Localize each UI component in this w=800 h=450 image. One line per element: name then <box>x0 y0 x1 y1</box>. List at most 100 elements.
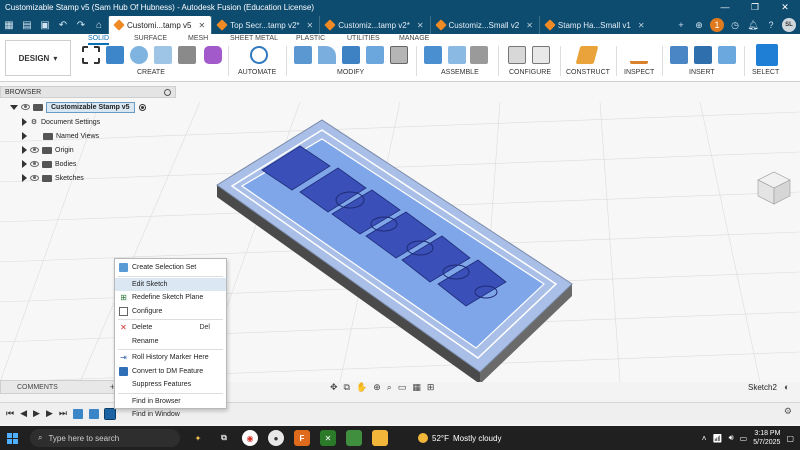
step-back-icon[interactable]: ◀ <box>20 408 27 419</box>
play-icon[interactable]: ▶ <box>33 408 40 419</box>
menu-item-configure[interactable]: Configure <box>115 305 226 319</box>
tab-plastic[interactable]: PLASTIC <box>296 35 325 42</box>
clock-icon[interactable]: ◷ <box>728 18 742 32</box>
help-icon[interactable]: ? <box>764 18 778 32</box>
user-avatar[interactable]: SL <box>782 18 796 32</box>
fusion-app-icon[interactable]: F <box>294 430 310 446</box>
menu-item-delete[interactable]: ✕ Delete Del <box>115 321 226 335</box>
group-construct[interactable]: CONSTRUCT <box>566 69 610 76</box>
menu-item-redefine-sketch-plane[interactable]: ⊞ Redefine Sketch Plane <box>115 291 226 305</box>
group-automate[interactable]: AUTOMATE <box>238 69 276 76</box>
group-create[interactable]: CREATE <box>137 69 165 76</box>
measure-icon[interactable] <box>630 46 648 64</box>
volume-icon[interactable]: 🔊︎ <box>729 433 734 443</box>
close-button[interactable]: ✕ <box>770 2 800 13</box>
home-icon[interactable]: ⌂ <box>90 16 108 34</box>
menu-item-edit-sketch[interactable]: Edit Sketch <box>115 277 226 291</box>
doc-tab-2[interactable]: Top Secr...tamp v2* ✕ <box>211 16 319 34</box>
visibility-icon[interactable] <box>30 175 39 181</box>
group-inspect[interactable]: INSPECT <box>624 69 654 76</box>
chamfer-icon[interactable] <box>342 46 360 64</box>
new-tab-icon[interactable]: + <box>674 18 688 32</box>
menu-item-roll-history-marker[interactable]: ⇥ Roll History Marker Here <box>115 351 226 365</box>
group-assemble[interactable]: ASSEMBLE <box>441 69 479 76</box>
browser-item-document-settings[interactable]: ⚙ Document Settings <box>22 116 100 128</box>
doc-tab-1[interactable]: Customi...tamp v5 ✕ <box>108 16 212 34</box>
job-status-badge[interactable]: 1 <box>710 18 724 32</box>
group-select[interactable]: SELECT <box>752 69 779 76</box>
network-icon[interactable]: 📶︎ <box>712 434 722 443</box>
group-insert[interactable]: INSERT <box>689 69 715 76</box>
minimize-button[interactable]: — <box>710 2 740 12</box>
configure-table-icon[interactable] <box>508 46 526 64</box>
timeline-feature-selected[interactable] <box>103 407 116 420</box>
timeline-settings-icon[interactable]: ⚙ <box>784 406 792 417</box>
orbit-icon[interactable]: ✥ <box>330 382 338 393</box>
browser-item-named-views[interactable]: Named Views <box>22 130 99 142</box>
save-icon[interactable]: ▣ <box>36 16 54 34</box>
tab-mesh[interactable]: MESH <box>188 35 208 42</box>
insert-mesh-icon[interactable] <box>694 46 712 64</box>
sketch-info-icon[interactable]: ◐ <box>784 382 789 392</box>
expand-icon[interactable] <box>22 160 27 168</box>
extensions-icon[interactable]: ⊕ <box>692 18 706 32</box>
comments-panel[interactable]: COMMENTS + <box>0 380 120 394</box>
menu-item-rename[interactable]: Rename <box>115 335 226 349</box>
obs-icon[interactable]: ● <box>268 430 284 446</box>
browser-item-sketches[interactable]: Sketches <box>22 172 84 184</box>
joint-icon[interactable] <box>448 46 466 64</box>
clock[interactable]: 3:18 PM 5/7/2025 <box>753 429 780 447</box>
pin-icon[interactable] <box>164 88 171 96</box>
box-icon[interactable] <box>178 46 196 64</box>
insert-canvas-icon[interactable] <box>718 46 736 64</box>
battery-icon[interactable]: ▭ <box>740 434 748 443</box>
zoom-icon[interactable]: ⊕ <box>373 382 381 393</box>
display-settings-icon[interactable]: ▭ <box>398 382 407 393</box>
copilot-icon[interactable]: ✦ <box>190 430 206 446</box>
taskbar-search[interactable]: ⌕ Type here to search <box>30 429 180 447</box>
timeline-feature[interactable] <box>72 408 83 419</box>
expand-icon[interactable] <box>22 174 27 182</box>
automate-icon[interactable] <box>250 46 268 64</box>
browser-item-origin[interactable]: Origin <box>22 144 74 156</box>
xbox-icon[interactable]: ✕ <box>320 430 336 446</box>
menu-item-find-in-browser[interactable]: Find in Browser <box>115 395 226 409</box>
go-to-start-icon[interactable]: ⏮ <box>6 408 14 419</box>
close-tab-icon[interactable]: ✕ <box>198 21 205 30</box>
task-view-icon[interactable]: ⧉ <box>216 430 232 446</box>
start-button[interactable] <box>0 426 24 450</box>
step-forward-icon[interactable]: ▶ <box>46 408 53 419</box>
form-icon[interactable] <box>204 46 222 64</box>
collapse-icon[interactable] <box>10 104 18 110</box>
pan-hand-icon[interactable]: ✋ <box>356 382 367 393</box>
browser-item-bodies[interactable]: Bodies <box>22 158 76 170</box>
tab-sheet-metal[interactable]: SHEET METAL <box>230 35 278 42</box>
shell-icon[interactable] <box>366 46 384 64</box>
fillet-icon[interactable] <box>318 46 336 64</box>
redo-icon[interactable]: ↷ <box>72 16 90 34</box>
expand-icon[interactable] <box>22 146 27 154</box>
viewports-icon[interactable]: ⊞ <box>427 382 435 393</box>
maximize-button[interactable]: ❐ <box>740 2 770 13</box>
browser-root[interactable]: Customizable Stamp v5 <box>10 101 146 113</box>
doc-tab-4[interactable]: Customiz...Small v2 ✕ <box>429 16 539 34</box>
move-copy-icon[interactable] <box>390 46 408 64</box>
weather-widget[interactable]: 52°F Mostly cloudy <box>418 433 501 443</box>
offset-plane-icon[interactable] <box>575 46 599 64</box>
undo-icon[interactable]: ↶ <box>54 16 72 34</box>
tray-overflow-icon[interactable]: ˄ <box>702 434 707 443</box>
hole-icon[interactable] <box>154 46 172 64</box>
insert-derive-icon[interactable] <box>670 46 688 64</box>
fit-icon[interactable]: ⌕ <box>387 382 392 393</box>
look-at-icon[interactable]: ⧉ <box>344 382 350 393</box>
tab-solid[interactable]: SOLID <box>88 35 110 45</box>
expand-icon[interactable] <box>22 132 27 140</box>
visibility-icon[interactable] <box>30 147 39 153</box>
notification-center-icon[interactable]: ▢ <box>786 434 794 443</box>
go-to-end-icon[interactable]: ⏭ <box>59 408 67 419</box>
extrude-icon[interactable] <box>106 46 124 64</box>
group-configure[interactable]: CONFIGURE <box>509 69 551 76</box>
tab-utilities[interactable]: UTILITIES <box>347 35 380 42</box>
select-cursor-icon[interactable] <box>756 44 778 66</box>
root-component-label[interactable]: Customizable Stamp v5 <box>46 101 135 113</box>
